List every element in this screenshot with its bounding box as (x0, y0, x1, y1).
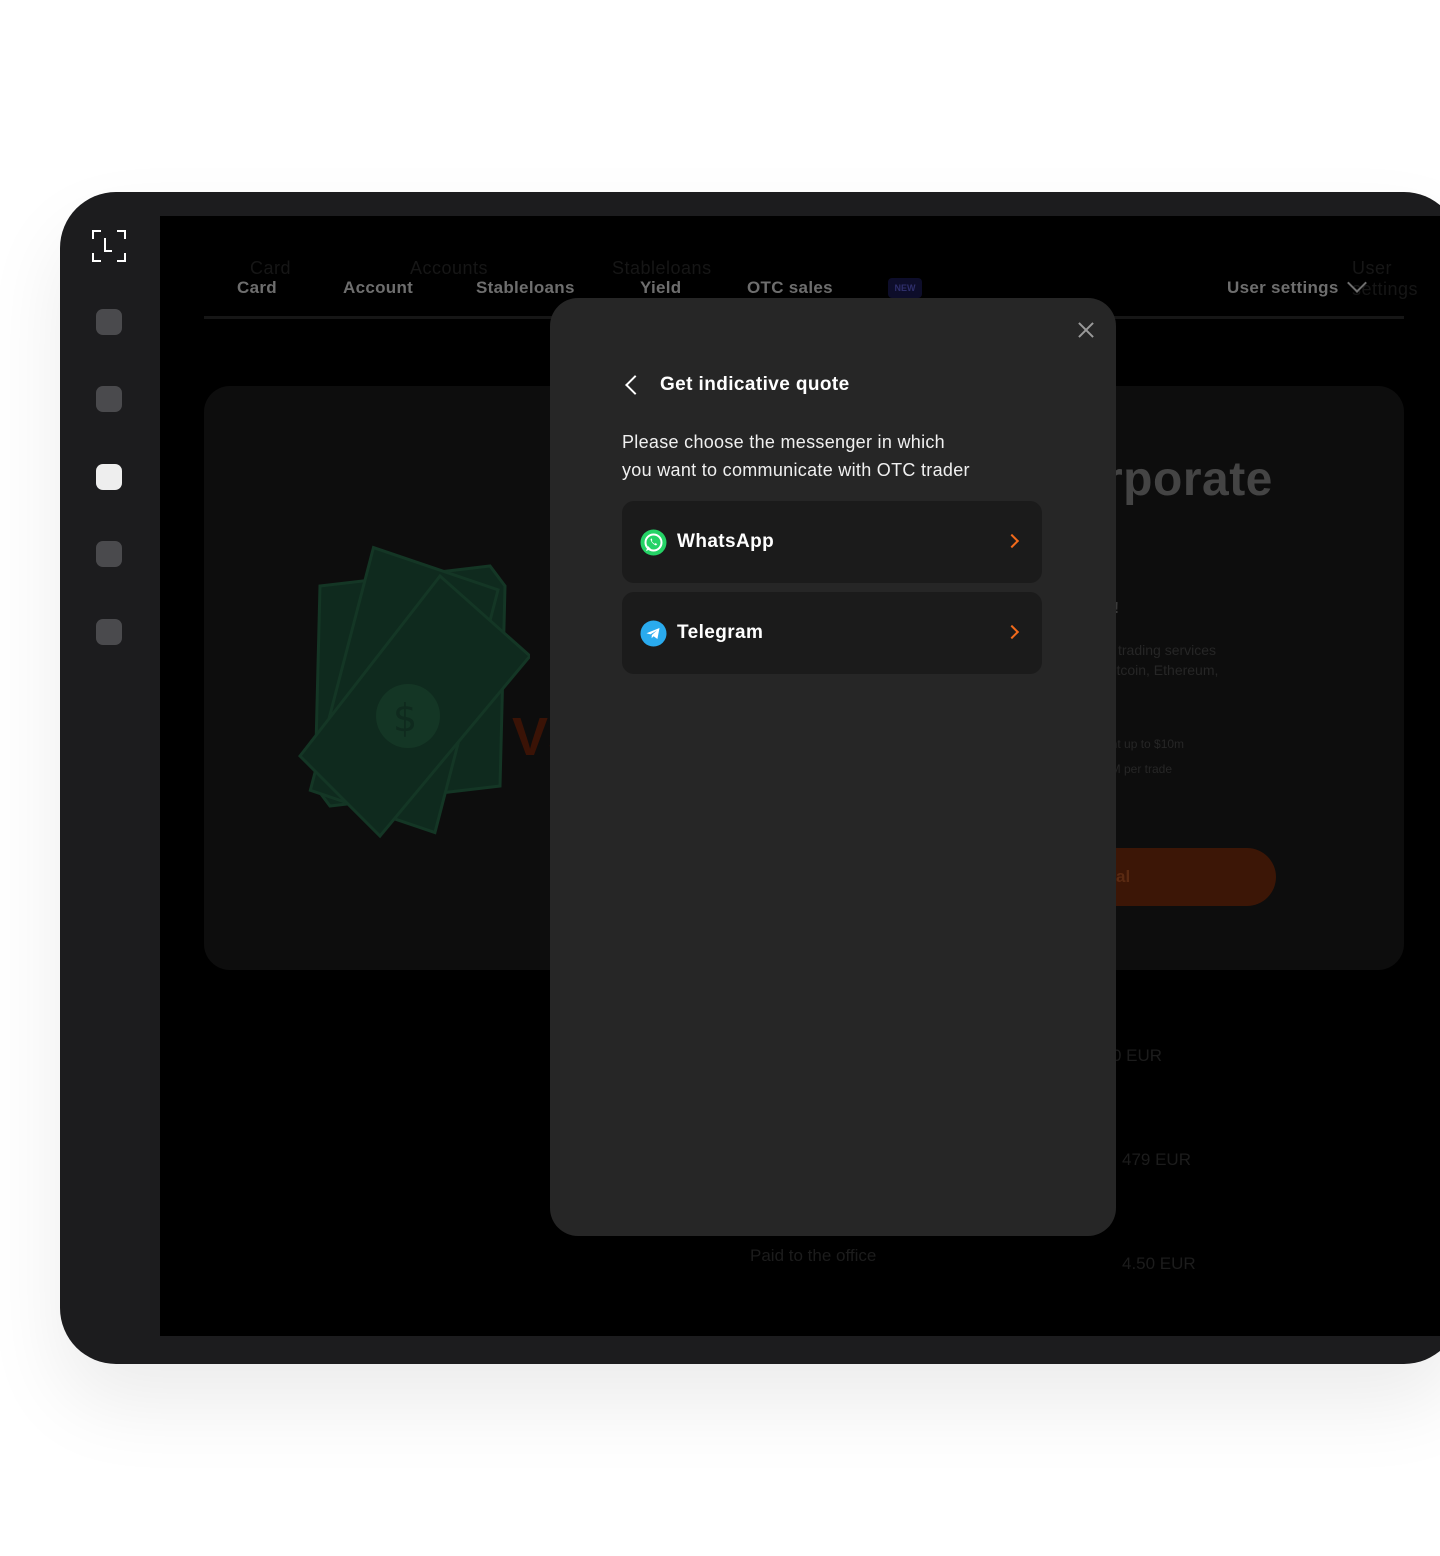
device-frame: Card Accounts Stableloans User settings … (60, 192, 1440, 1364)
rail-dot-1[interactable] (96, 309, 122, 335)
nav-ghost-stableloans: Stableloans (612, 258, 712, 278)
nav-ghost-card: Card (250, 258, 292, 278)
modal-description: Please choose the messenger in which you… (622, 428, 1042, 484)
quote-modal: Get indicative quote Please choose the m… (550, 298, 1116, 1236)
whatsapp-icon (640, 529, 667, 556)
hero-line-2: C trading services (1104, 642, 1217, 658)
modal-description-line-2: you want to communicate with OTC trader (622, 460, 970, 480)
whatsapp-label: WhatsApp (677, 531, 775, 552)
bottom-left-text: Paid to the office (750, 1246, 877, 1265)
rail-dot-3-active[interactable] (96, 464, 122, 490)
rail-dot-4[interactable] (96, 541, 122, 567)
nav-item-otc-sales[interactable]: OTC sales (747, 278, 833, 298)
svg-text:$: $ (393, 696, 417, 740)
nav-item-account[interactable]: Account (343, 278, 413, 298)
hero-line-3: Bitcoin, Ethereum, (1104, 662, 1219, 678)
money-illustration-icon: $ (298, 545, 530, 839)
chevron-right-icon (1004, 533, 1020, 549)
side-rail (60, 192, 160, 1364)
chevron-left-icon[interactable] (625, 375, 645, 395)
modal-title: Get indicative quote (660, 374, 850, 395)
telegram-icon (640, 620, 667, 647)
nav-item-card[interactable]: Card (237, 278, 277, 298)
chevron-right-icon (1004, 624, 1020, 640)
rail-dot-5[interactable] (96, 619, 122, 645)
app-screen: Card Accounts Stableloans User settings … (160, 216, 1440, 1336)
nav-item-stableloans[interactable]: Stableloans (476, 278, 575, 298)
bottom-row-2: 479 EUR (1122, 1150, 1191, 1169)
bottom-row-3: 4.50 EUR (1122, 1254, 1196, 1273)
telegram-label: Telegram (677, 622, 764, 643)
close-icon[interactable] (1074, 318, 1098, 342)
whatsapp-option-button[interactable]: WhatsApp (622, 501, 1042, 583)
logo-icon[interactable] (92, 230, 126, 262)
modal-description-line-1: Please choose the messenger in which (622, 432, 945, 452)
nav-item-yield[interactable]: Yield (640, 278, 682, 298)
nav-ghost-accounts: Accounts (410, 258, 489, 278)
telegram-option-button[interactable]: Telegram (622, 592, 1042, 674)
back-button[interactable]: Get indicative quote (624, 374, 850, 396)
bottom-row-1: 0 EUR (1112, 1046, 1163, 1065)
nav-user-settings[interactable]: User settings (1227, 278, 1339, 298)
new-badge: NEW (888, 278, 922, 298)
rail-dot-2[interactable] (96, 386, 122, 412)
hero-heading: rporate (1104, 453, 1273, 506)
hero-line-5: ent up to $10m (1104, 737, 1185, 751)
nav-ghost-user-settings: User settings (1352, 258, 1419, 299)
